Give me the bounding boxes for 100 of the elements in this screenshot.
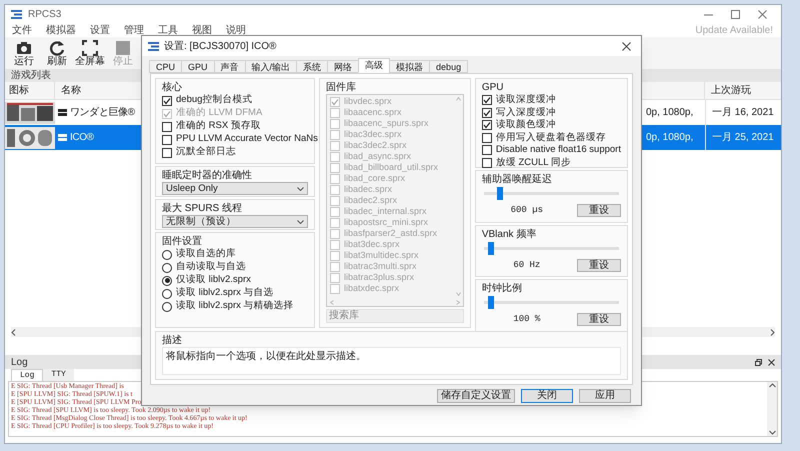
- library-item: libad_core.sprx: [344, 173, 406, 184]
- toolbar-button[interactable]: 刷新: [44, 40, 70, 68]
- vertical-scrollbar[interactable]: [454, 95, 463, 298]
- settings-tab[interactable]: 网络: [327, 60, 360, 73]
- scroll-down-icon: [456, 292, 462, 296]
- group-title: 核心: [162, 81, 182, 94]
- camera-icon: [16, 40, 32, 56]
- maximize-icon: [731, 10, 740, 18]
- settings-tab[interactable]: 声音: [214, 60, 246, 73]
- radio-button[interactable]: [162, 288, 172, 298]
- scroll-up-icon: [768, 383, 776, 388]
- description-text: 将鼠标指向一个选项，以便在此处显示描述。: [166, 351, 366, 362]
- checkbox[interactable]: [482, 108, 492, 118]
- library-item: libaacenc_spurs.sprx: [344, 118, 429, 129]
- slider[interactable]: [484, 242, 619, 254]
- slider-thumb[interactable]: [496, 187, 503, 200]
- settings-tab[interactable]: 系统: [296, 60, 328, 73]
- list-icon: [58, 134, 67, 141]
- radio-button[interactable]: [162, 250, 172, 260]
- menu-item[interactable]: 视图: [191, 22, 213, 38]
- vertical-scrollbar[interactable]: [767, 382, 777, 436]
- library-item: libadec2.sprx: [344, 195, 398, 206]
- column-header[interactable]: 名称: [55, 82, 141, 99]
- settings-tab[interactable]: CPU: [149, 60, 182, 73]
- option-label: 沉默全部日志: [176, 145, 236, 160]
- library-item: libatxdec.sprx: [344, 283, 400, 294]
- app-icon: [11, 10, 22, 18]
- library-item: libvdec.sprx: [344, 96, 392, 107]
- toolbar-button[interactable]: 全屏幕: [77, 40, 103, 68]
- settings-tab[interactable]: GPU: [181, 60, 215, 73]
- group-title: GPU: [482, 81, 504, 94]
- option-label: PPU LLVM Accurate Vector NaNs: [176, 132, 318, 146]
- scroll-right-icon: [770, 328, 775, 336]
- slider-reading: 600 µs: [510, 204, 544, 217]
- toolbar-button[interactable]: 运行: [11, 40, 37, 68]
- checkbox[interactable]: [482, 145, 492, 156]
- dropdown[interactable]: 无限制（预设）: [162, 215, 308, 228]
- window-title: RPCS3: [28, 8, 62, 22]
- table-cell-text: 0p, 1080p,: [646, 131, 694, 145]
- checkbox[interactable]: [482, 120, 492, 130]
- checkbox[interactable]: [162, 148, 172, 158]
- settings-tab[interactable]: 高级: [358, 58, 390, 73]
- table-cell-text: 0p, 1080p,: [646, 106, 694, 120]
- list-icon: [58, 109, 67, 116]
- dialog-button[interactable]: 应用: [579, 389, 631, 403]
- option-label: 读取自选的库: [176, 247, 236, 261]
- log-tab[interactable]: TTY: [43, 369, 74, 381]
- group-title: 描述: [162, 334, 182, 347]
- settings-tab[interactable]: 模拟器: [389, 60, 430, 73]
- option-label: 停用写入硬盘着色器缓存: [496, 130, 606, 145]
- menu-item[interactable]: 文件: [11, 22, 33, 38]
- settings-tab[interactable]: debug: [429, 60, 468, 73]
- group-title: 睡眠定时器的准确性: [162, 169, 252, 182]
- radio-button[interactable]: [162, 262, 172, 272]
- option-label: 写入深度缓冲: [496, 106, 556, 119]
- menu-item[interactable]: 说明: [225, 22, 247, 38]
- slider-thumb[interactable]: [488, 242, 494, 254]
- radio-button[interactable]: [162, 302, 172, 312]
- option-label: 读取 liblv2.sprx 与精确选择: [176, 299, 294, 314]
- scroll-up-icon: [456, 97, 462, 101]
- menu-item[interactable]: 模拟器: [45, 22, 77, 38]
- reset-button[interactable]: 重设: [577, 204, 621, 218]
- refresh-icon: [49, 40, 65, 56]
- slider[interactable]: [484, 187, 619, 200]
- horizontal-scrollbar[interactable]: [327, 298, 463, 306]
- menu-item[interactable]: 设置: [89, 22, 111, 38]
- scroll-down-icon: [768, 430, 776, 435]
- close-icon: [768, 358, 775, 366]
- log-tab[interactable]: Log: [11, 369, 44, 381]
- checkbox[interactable]: [162, 96, 172, 106]
- table-cell-text: ワンダと巨像®: [70, 106, 135, 120]
- reset-button[interactable]: 重设: [577, 258, 621, 272]
- library-item: libad_billboard_util.sprx: [344, 162, 438, 173]
- checkbox[interactable]: [482, 95, 492, 106]
- caret-icon: [297, 186, 304, 190]
- checkbox[interactable]: [162, 122, 172, 132]
- library-item: libat3multidec.sprx: [344, 250, 419, 261]
- app-icon: [148, 42, 159, 50]
- dialog-button[interactable]: 储存自定义设置: [437, 389, 515, 403]
- library-list[interactable]: [326, 94, 464, 307]
- column-header[interactable]: 上次游玩: [705, 82, 781, 99]
- group-title: 固件库: [326, 81, 356, 94]
- reset-button[interactable]: 重设: [577, 313, 621, 326]
- slider-reading: 60 Hz: [512, 258, 542, 272]
- option-label: 读取 liblv2.sprx 与自选: [176, 286, 274, 300]
- dropdown[interactable]: Usleep Only: [162, 182, 308, 195]
- menu-item[interactable]: 工具: [157, 22, 179, 38]
- slider-thumb[interactable]: [488, 296, 494, 309]
- dialog-button[interactable]: 关闭: [521, 389, 573, 403]
- slider[interactable]: [484, 296, 619, 309]
- checkbox[interactable]: [162, 134, 172, 144]
- library-item: libasfparser2_astd.sprx: [344, 228, 438, 239]
- menu-item[interactable]: 管理: [123, 22, 145, 38]
- checkbox[interactable]: [482, 158, 492, 168]
- radio-button[interactable]: [162, 276, 172, 286]
- column-header[interactable]: 图标: [5, 82, 55, 99]
- checkbox[interactable]: [482, 132, 492, 143]
- library-item: libac3dec.sprx: [344, 129, 402, 140]
- library-item: libac3dec2.sprx: [344, 140, 407, 151]
- settings-tab[interactable]: 输入/输出: [244, 60, 298, 73]
